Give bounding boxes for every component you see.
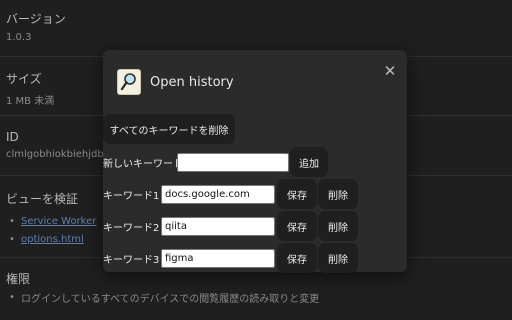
keyword-row-2: キーワード2： 保存 削除 [103,210,358,242]
version-section: バージョン 1.0.3 [6,10,512,43]
list-item: • ログインしているすべてのデバイスでの閲覧履歴の読み取りと変更 [6,288,512,306]
save-keyword-1-button[interactable]: 保存 [277,179,317,209]
options-html-link[interactable]: options.html [21,234,84,245]
bullet-icon: • [9,291,15,303]
save-keyword-3-button[interactable]: 保存 [277,243,317,273]
keyword-3-label: キーワード3： [103,255,170,266]
keyword-1-label: キーワード1： [103,191,170,202]
version-value: 1.0.3 [6,32,32,43]
delete-keyword-2-button[interactable]: 削除 [318,211,358,241]
delete-keyword-1-button[interactable]: 削除 [318,179,358,209]
keyword-2-input[interactable] [161,217,275,236]
keyword-row-3: キーワード3： 保存 削除 [103,242,358,274]
delete-keyword-3-button[interactable]: 削除 [318,243,358,273]
delete-all-keywords-button[interactable]: すべてのキーワードを削除 [103,114,235,144]
keyword-3-input[interactable] [161,249,275,268]
close-icon[interactable]: ✕ [381,62,399,80]
new-keyword-row: 新しいキーワード 追加 [103,146,358,178]
permissions-list: • ログインしているすべてのデバイスでの閲覧履歴の読み取りと変更 [6,288,512,306]
bullet-icon: • [9,233,15,245]
permissions-section: 権限 • ログインしているすべてのデバイスでの閲覧履歴の読み取りと変更 [6,270,512,306]
save-keyword-2-button[interactable]: 保存 [277,211,317,241]
keyword-2-label: キーワード2： [103,223,170,234]
keyword-1-input[interactable] [161,185,275,204]
version-title: バージョン [6,12,66,26]
keyword-row-1: キーワード1： 保存 削除 [103,178,358,210]
magnifier-icon [117,69,141,95]
new-keyword-input[interactable] [177,153,289,172]
dialog-title: Open history [150,75,234,90]
add-button[interactable]: 追加 [290,147,328,177]
bullet-icon: • [9,215,15,227]
service-worker-link[interactable]: Service Worker [21,216,96,227]
new-keyword-label: 新しいキーワード [103,159,183,170]
permission-text: ログインしているすべてのデバイスでの閲覧履歴の読み取りと変更 [21,293,320,305]
